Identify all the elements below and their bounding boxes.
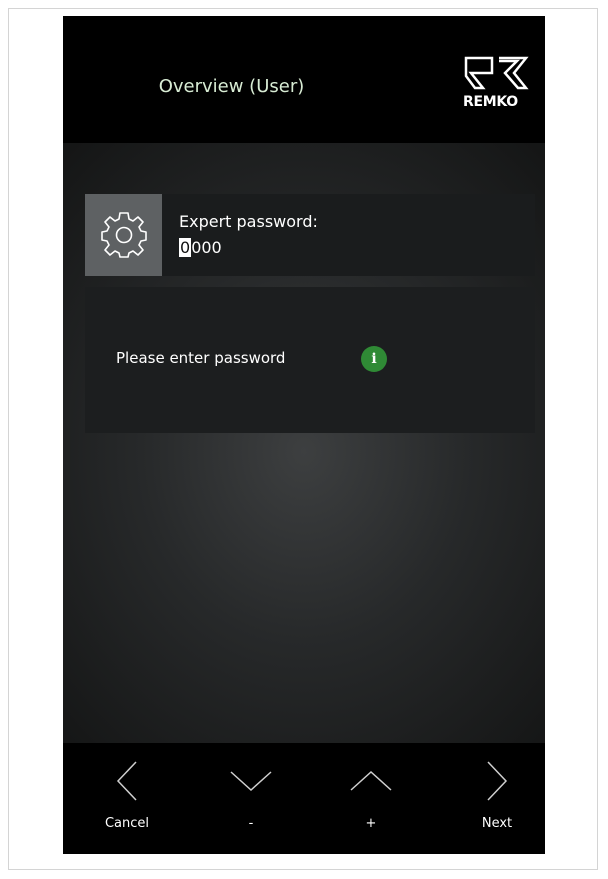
minus-button[interactable]: - (201, 743, 301, 854)
header-bar: Overview (User) REMKO (63, 16, 545, 143)
gear-icon (100, 212, 147, 258)
cancel-label: Cancel (104, 816, 150, 831)
chevron-right-icon (487, 761, 508, 801)
message-panel: Please enter password i (85, 287, 535, 433)
remko-logo-mark (464, 56, 529, 90)
chevron-up-icon (350, 770, 392, 791)
controller-display: Overview (User) REMKO Expert password: 0… (63, 16, 545, 854)
cancel-button[interactable]: Cancel (77, 743, 177, 854)
next-label: Next (481, 816, 513, 831)
chevron-left-icon (116, 761, 137, 801)
password-label: Expert password: (179, 212, 318, 231)
plus-label: + (365, 816, 377, 831)
password-digits: 000 (191, 238, 222, 257)
info-icon-glyph: i (371, 351, 377, 367)
chevron-down-icon (230, 771, 272, 792)
next-button[interactable]: Next (447, 743, 545, 854)
footer-nav: Cancel - + Next (63, 743, 545, 854)
plus-button[interactable]: + (321, 743, 421, 854)
remko-logo: REMKO (463, 56, 529, 116)
settings-gear-tile (85, 194, 162, 276)
password-cursor-digit[interactable]: 0 (179, 238, 192, 257)
message-text: Please enter password (116, 349, 286, 367)
password-row[interactable]: Expert password: 0 000 (85, 194, 535, 276)
logo-wordmark: REMKO (463, 94, 518, 110)
password-input[interactable]: 0 000 (179, 238, 222, 257)
minus-label: - (248, 816, 254, 831)
info-icon[interactable]: i (361, 346, 387, 372)
page-title: Overview (User) (158, 76, 305, 97)
